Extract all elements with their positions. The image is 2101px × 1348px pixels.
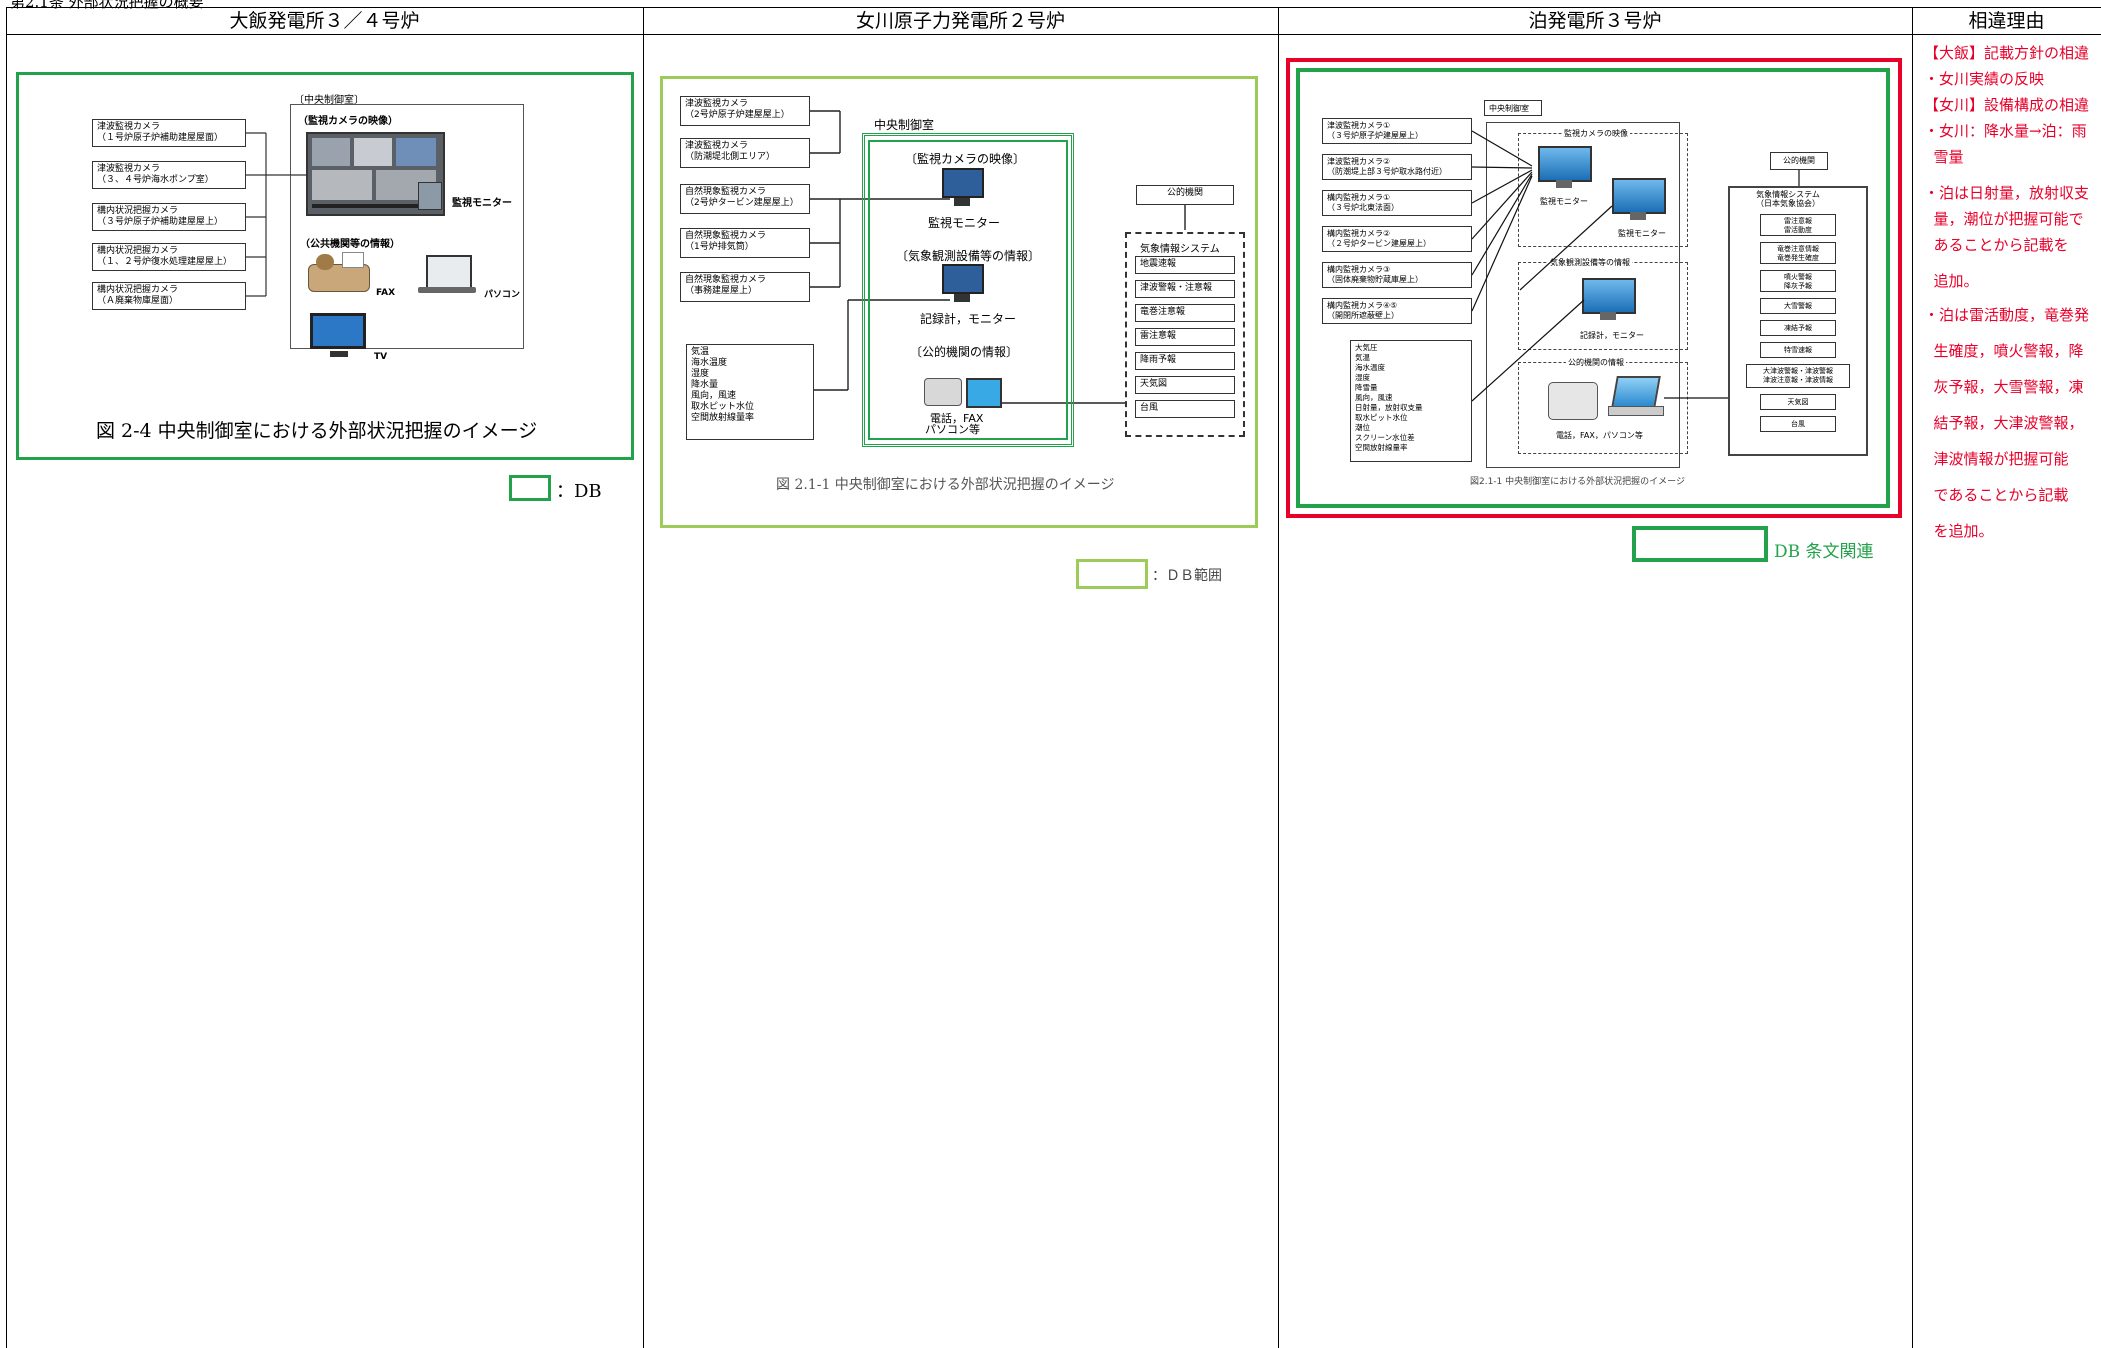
tomari-connector-lines [1471,130,1800,402]
onagawa-legend-label: ：ＤＢ範囲 [1152,568,1222,584]
reason-line: ・泊は日射量，放射収支 [1924,184,2090,202]
reason-line: ・女川実績の反映 [1924,70,2045,88]
reason-line: であることから記載 [1924,486,2069,504]
reason-line: 【女川】設備構成の相違 [1924,96,2090,114]
reason-line: 【大飯】記載方針の相違 [1924,44,2090,62]
reason-line: 津波情報が把握可能 [1924,450,2069,468]
reason-line: 灰予報，大雪警報，凍 [1924,378,2084,396]
reason-line: 追加。 [1924,272,1979,290]
tomari-legend-swatch [1632,526,1768,562]
tomari-figure-caption: 図2.1-1 中央制御室における外部状況把握のイメージ [1470,477,1685,487]
reason-line: あることから記載を [1924,236,2069,254]
col-border-3 [1912,7,1913,1348]
reason-line: 結予報，大津波警報， [1924,414,2084,432]
onagawa-legend-swatch [1076,559,1148,589]
reason-line: ・泊は雷活動度，竜巻発 [1924,306,2090,324]
tomari-legend-label: DB 条文関連 [1774,542,1874,562]
reason-line: 量，潮位が把握可能で [1924,210,2084,228]
header-reason: 相違理由 [1968,10,2045,32]
reason-line: ・女川：降水量→泊：雨 [1924,122,2087,140]
reason-line: 雪量 [1924,148,1964,166]
reason-line: 生確度，噴火警報，降 [1924,342,2084,360]
reason-line: を追加。 [1924,522,1994,540]
